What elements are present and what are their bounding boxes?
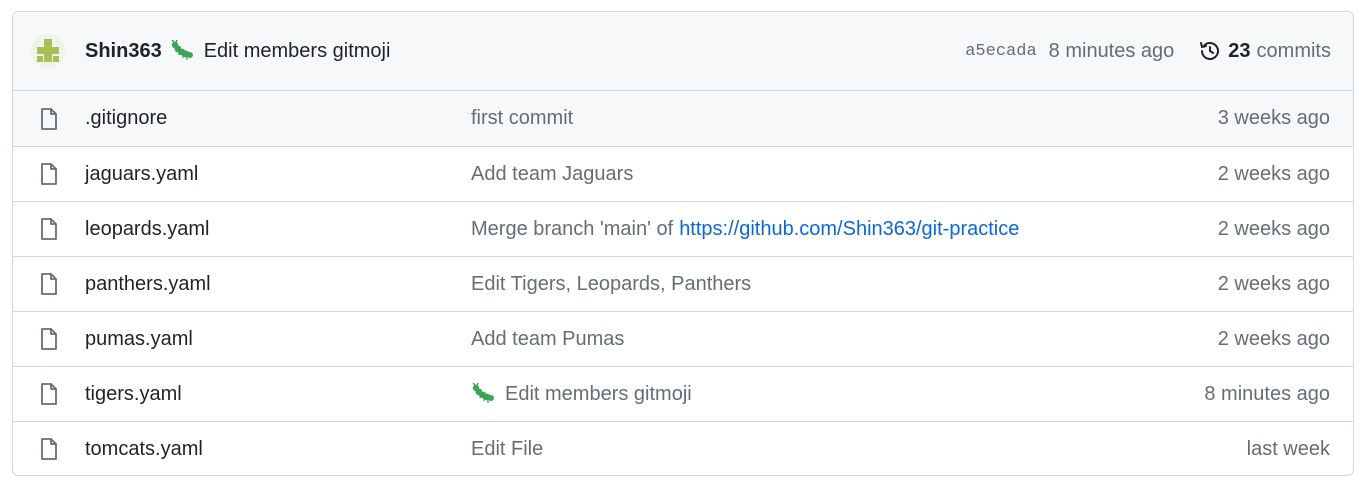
commit-message-text[interactable]: first commit <box>471 107 573 130</box>
file-icon <box>39 437 59 461</box>
commit-message-text[interactable]: Merge branch 'main' of <box>471 218 673 241</box>
avatar[interactable] <box>31 34 65 68</box>
commit-message-url-link[interactable]: https://github.com/Shin363/git-practice <box>679 218 1019 241</box>
commit-sha-link[interactable]: a5ecada <box>965 42 1036 61</box>
file-commit-message[interactable]: Edit File <box>471 438 543 461</box>
file-name-link[interactable]: pumas.yaml <box>85 328 193 351</box>
file-commit-time: 2 weeks ago <box>1217 272 1330 295</box>
commit-author-link[interactable]: Shin363 <box>85 40 162 63</box>
file-commit-message[interactable]: Add team Jaguars <box>471 163 633 186</box>
commit-message-text[interactable]: Edit File <box>471 438 543 461</box>
file-browser: Shin363 Edit members gitmoji a5ecada 8 m… <box>12 11 1354 476</box>
file-icon <box>39 217 59 241</box>
file-name-link[interactable]: leopards.yaml <box>85 218 210 241</box>
file-icon <box>39 162 59 186</box>
file-icon <box>39 327 59 351</box>
commit-time: 8 minutes ago <box>1048 39 1175 62</box>
file-icon <box>39 272 59 296</box>
commit-message-text[interactable]: Add team Pumas <box>471 328 624 351</box>
file-name-link[interactable]: jaguars.yaml <box>85 163 198 186</box>
caterpillar-icon <box>170 40 194 62</box>
file-row: pumas.yaml Add team Pumas 2 weeks ago <box>13 311 1353 366</box>
commit-count: 23 <box>1228 39 1251 62</box>
file-commit-message[interactable]: Add team Pumas <box>471 328 624 351</box>
file-row: tomcats.yaml Edit File last week <box>13 421 1353 475</box>
file-name-link[interactable]: panthers.yaml <box>85 273 211 296</box>
commit-message-text[interactable]: Edit members gitmoji <box>505 383 692 406</box>
file-row: jaguars.yaml Add team Jaguars 2 weeks ag… <box>13 146 1353 201</box>
history-icon <box>1198 39 1222 63</box>
identicon-icon <box>31 34 65 68</box>
file-row: panthers.yaml Edit Tigers, Leopards, Pan… <box>13 256 1353 311</box>
file-icon <box>39 382 59 406</box>
file-commit-time: 3 weeks ago <box>1217 107 1330 129</box>
file-row: tigers.yaml Edit members gitmoji 8 minut… <box>13 366 1353 421</box>
file-name-link[interactable]: tomcats.yaml <box>85 438 203 461</box>
file-row: .gitignore first commit 3 weeks ago <box>13 91 1353 146</box>
commit-message-text[interactable]: Add team Jaguars <box>471 163 633 186</box>
file-commit-message[interactable]: Edit Tigers, Leopards, Panthers <box>471 273 751 296</box>
commit-message-text[interactable]: Edit Tigers, Leopards, Panthers <box>471 273 751 296</box>
file-row: leopards.yaml Merge branch 'main' of htt… <box>13 201 1353 256</box>
file-icon <box>39 107 59 131</box>
file-commit-time: 2 weeks ago <box>1217 327 1330 350</box>
caterpillar-icon <box>471 383 495 405</box>
file-name-link[interactable]: tigers.yaml <box>85 383 182 406</box>
commits-label: commits <box>1256 39 1331 62</box>
file-commit-message[interactable]: Merge branch 'main' of https://github.co… <box>471 218 1019 241</box>
commits-link[interactable]: 23 commits <box>1198 39 1331 63</box>
commit-message-link[interactable]: Edit members gitmoji <box>204 40 391 63</box>
file-commit-message[interactable]: Edit members gitmoji <box>471 383 692 406</box>
file-commit-time: last week <box>1246 437 1330 460</box>
file-name-link[interactable]: .gitignore <box>85 107 167 130</box>
latest-commit-bar: Shin363 Edit members gitmoji a5ecada 8 m… <box>13 12 1353 91</box>
file-commit-time: 2 weeks ago <box>1217 217 1330 240</box>
file-commit-time: 2 weeks ago <box>1217 162 1330 185</box>
file-commit-time: 8 minutes ago <box>1204 382 1330 405</box>
file-commit-message[interactable]: first commit <box>471 107 573 130</box>
